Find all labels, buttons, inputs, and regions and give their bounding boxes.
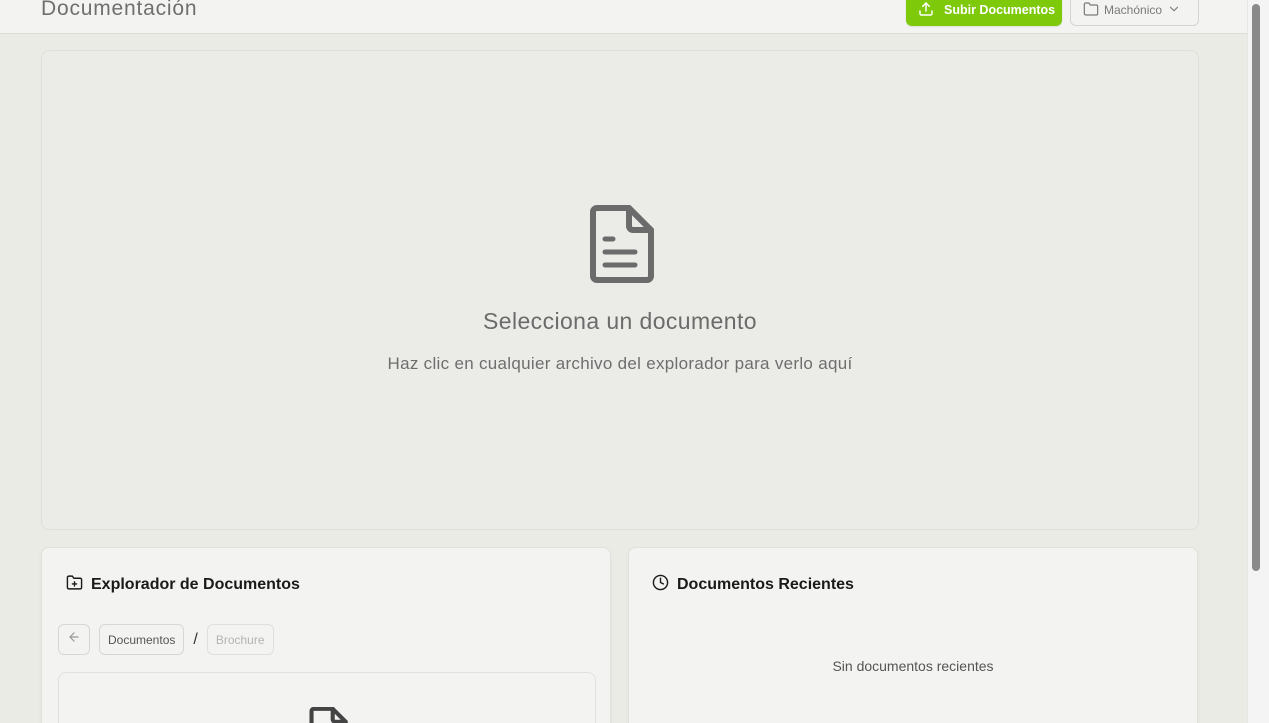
recent-title: Documentos Recientes — [677, 576, 854, 593]
recent-documents-card: Documentos Recientes Sin documentos reci… — [628, 547, 1198, 723]
chevron-down-icon — [1167, 2, 1181, 19]
explorer-title: Explorador de Documentos — [91, 576, 300, 593]
top-bar: Documentación Subir Documentos Machónico — [0, 0, 1247, 34]
viewer-title: Selecciona un documento — [483, 308, 757, 334]
page-title: Documentación — [41, 0, 198, 20]
arrow-left-icon — [67, 630, 81, 649]
document-explorer-card: Explorador de Documentos Documentos / Br… — [41, 547, 611, 723]
file-text-icon — [587, 205, 655, 288]
breadcrumb-separator: / — [193, 630, 198, 648]
explorer-header: Explorador de Documentos — [66, 574, 300, 596]
breadcrumb-brochure: Brochure — [206, 624, 274, 655]
recent-header: Documentos Recientes — [652, 574, 854, 596]
project-select-value: Machónico — [1104, 3, 1163, 17]
back-button[interactable] — [58, 624, 90, 655]
scrollbar-thumb[interactable] — [1252, 4, 1260, 571]
file-text-icon — [308, 706, 348, 723]
clock-icon — [652, 574, 669, 596]
folder-plus-icon — [66, 574, 83, 596]
document-viewer: Selecciona un documento Haz clic en cual… — [41, 50, 1199, 530]
folder-icon — [1083, 1, 1099, 20]
breadcrumb: Documentos / Brochure — [58, 624, 274, 655]
recent-empty-text: Sin documentos recientes — [832, 658, 994, 674]
upload-documents-button[interactable]: Subir Documentos — [906, 0, 1062, 26]
page-scrollbar[interactable] — [1247, 0, 1269, 723]
file-list — [58, 672, 596, 723]
upload-icon — [918, 1, 934, 20]
project-select[interactable]: Machónico — [1070, 0, 1199, 26]
viewer-hint: Haz clic en cualquier archivo del explor… — [387, 354, 853, 373]
upload-documents-label: Subir Documentos — [944, 3, 1056, 17]
breadcrumb-documentos[interactable]: Documentos — [99, 624, 185, 655]
